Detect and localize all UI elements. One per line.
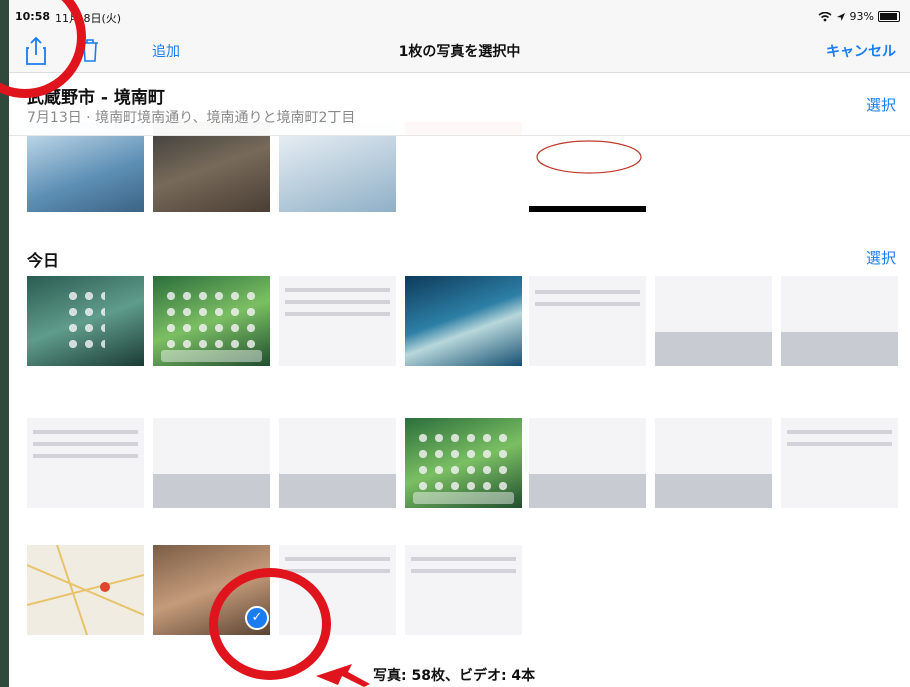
library-count: 写真: 58枚、ビデオ: 4本 — [373, 668, 536, 684]
photo-thumbnail[interactable] — [279, 418, 396, 508]
photo-thumbnail[interactable] — [655, 418, 772, 508]
photo-thumbnail[interactable] — [153, 276, 270, 366]
photo-thumbnail[interactable] — [405, 276, 522, 366]
photos-app-screen: 10:58 11月 8日(火) 93% 追加 1枚の写真を選択中 キャンセル 武… — [9, 0, 910, 687]
battery-icon — [878, 11, 900, 22]
wifi-icon — [818, 11, 832, 21]
selection-title: 1枚の写真を選択中 — [398, 44, 521, 60]
photo-thumbnail[interactable] — [279, 276, 396, 366]
photo-thumbnail[interactable] — [781, 418, 898, 508]
photo-thumbnail[interactable] — [405, 418, 522, 508]
select-button-location[interactable]: 選択 — [866, 94, 896, 115]
photo-thumbnail[interactable] — [27, 545, 144, 635]
photo-thumbnail[interactable] — [27, 418, 144, 508]
photo-thumbnail[interactable] — [781, 276, 898, 366]
location-subtitle: 7月13日 · 境南町境南通り、境南通りと境南町2丁目 — [27, 110, 356, 126]
photo-thumbnail[interactable] — [529, 418, 646, 508]
photo-thumbnail[interactable] — [27, 276, 144, 366]
status-bar: 10:58 11月 8日(火) 93% — [9, 0, 910, 32]
selection-toolbar: 追加 1枚の写真を選択中 キャンセル — [9, 32, 910, 73]
annotation-arrow-icon — [316, 664, 370, 687]
photo-thumbnail[interactable] — [529, 276, 646, 366]
select-button-today[interactable]: 選択 — [866, 247, 896, 268]
today-section-title: 今日 — [27, 251, 60, 270]
status-right: 93% — [818, 10, 900, 23]
photo-thumbnail[interactable] — [655, 276, 772, 366]
photo-thumbnail[interactable] — [153, 418, 270, 508]
cancel-button[interactable]: キャンセル — [826, 41, 896, 61]
location-arrow-icon — [836, 12, 845, 21]
location-section-header: 武蔵野市 - 境南町 7月13日 · 境南町境南通り、境南通りと境南町2丁目 選… — [9, 73, 910, 136]
battery-percent: 93% — [849, 10, 874, 23]
photo-thumbnail[interactable] — [405, 545, 522, 635]
